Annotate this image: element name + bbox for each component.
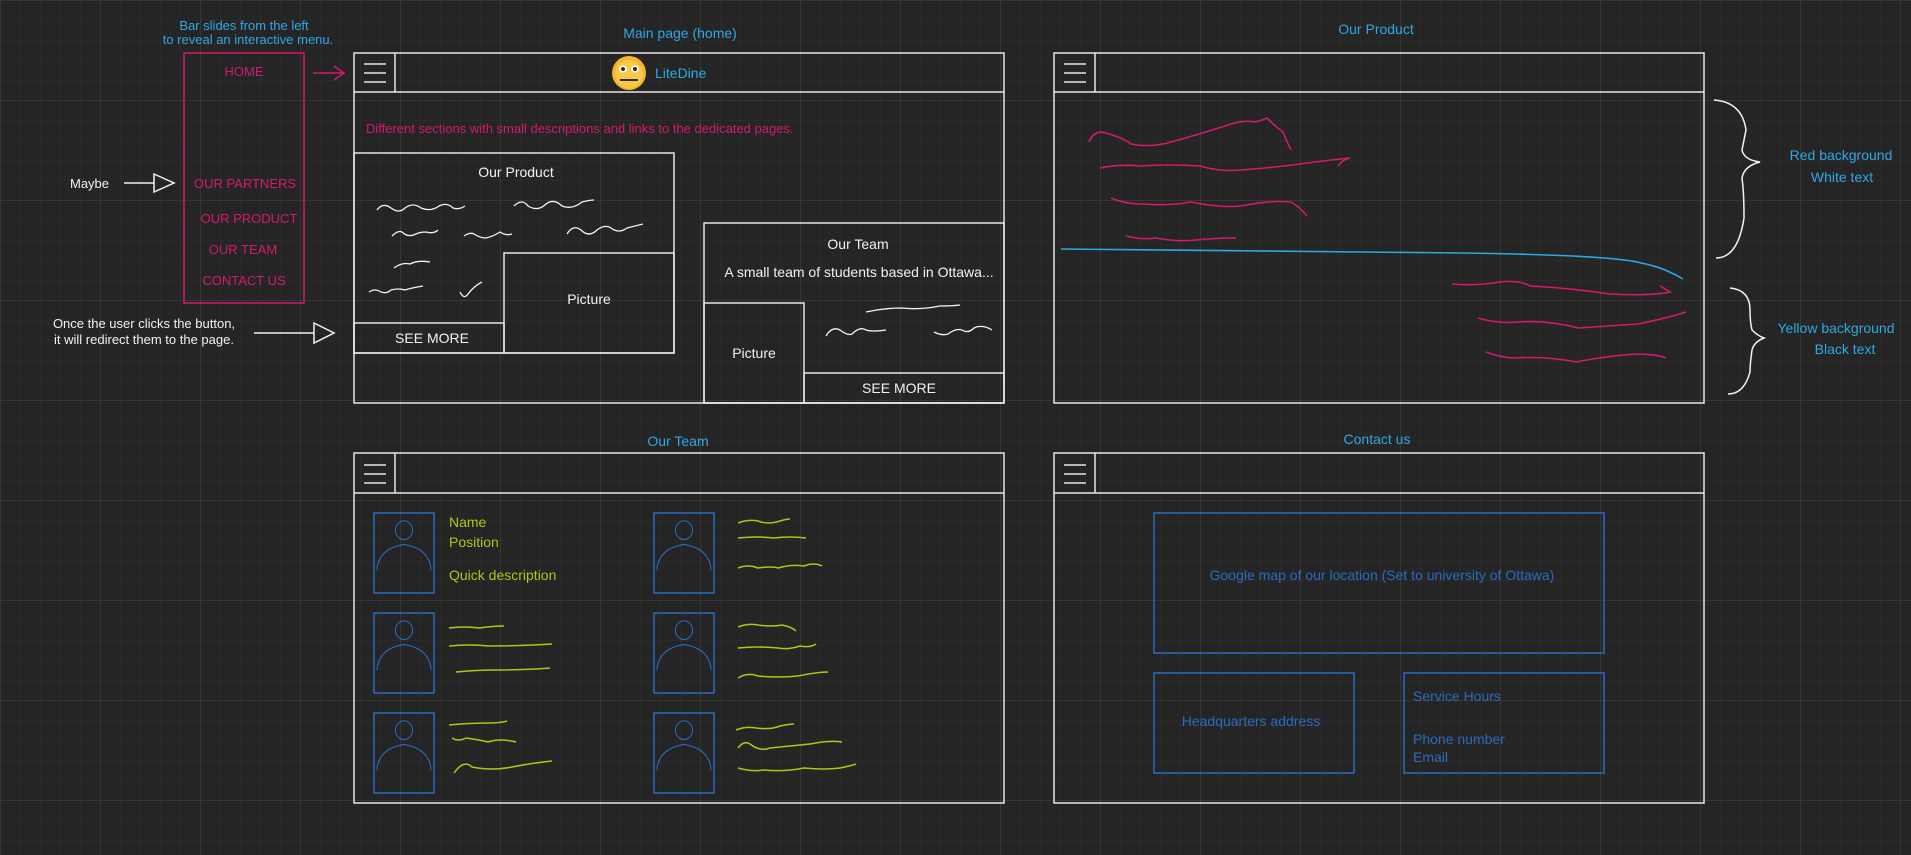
team-member-cards: [373, 512, 715, 794]
home-product-title: Our Product: [478, 164, 554, 180]
maybe-note: Maybe: [70, 176, 109, 191]
product-red-section-scribbles: [1088, 117, 1351, 242]
team-member-photo: [373, 712, 435, 794]
team-member-description: Quick description: [449, 567, 556, 583]
menu-note-line2: to reveal an interactive menu.: [163, 32, 334, 47]
side-menu-item-home[interactable]: HOME: [225, 64, 264, 79]
menu-note: Bar slides from the left to reveal an in…: [163, 18, 334, 47]
person-icon: [376, 520, 432, 571]
team-text-scribbles: [448, 518, 857, 774]
contact-page-title: Contact us: [1344, 431, 1411, 447]
home-page-title: Main page (home): [623, 25, 737, 41]
wireframe-canvas: Bar slides from the left to reveal an in…: [53, 18, 1895, 804]
brace-icon: [1713, 99, 1767, 395]
team-member-position: Position: [449, 534, 499, 550]
home-wireframe: [353, 52, 1005, 404]
team-member-photo: [653, 612, 715, 694]
home-product-picture-label: Picture: [567, 291, 611, 307]
side-menu-item-contact[interactable]: CONTACT US: [202, 273, 286, 288]
map-box[interactable]: [1153, 512, 1605, 654]
maybe-arrow-icon: [124, 172, 176, 194]
person-icon: [376, 720, 432, 771]
redirect-arrow-icon: [254, 321, 336, 345]
home-frame: [353, 52, 1005, 404]
litedine-logo: [612, 56, 646, 90]
redirect-note-line1: Once the user clicks the button,: [53, 316, 235, 331]
yellow-background-note: Yellow background: [1777, 320, 1894, 336]
hamburger-menu-icon[interactable]: [1063, 464, 1087, 484]
home-team-see-more-label[interactable]: SEE MORE: [862, 380, 936, 396]
product-page-title: Our Product: [1338, 21, 1414, 37]
home-team-picture-label: Picture: [732, 345, 776, 361]
team-member-photo: [653, 712, 715, 794]
hamburger-menu-icon[interactable]: [363, 63, 387, 83]
home-team-text: A small team of students based in Ottawa…: [724, 264, 993, 280]
side-menu-item-product[interactable]: OUR PRODUCT: [201, 211, 298, 226]
menu-note-line1: Bar slides from the left: [179, 18, 309, 33]
contact-boxes: [1153, 512, 1605, 774]
redirect-note-line2: it will redirect them to the page.: [54, 332, 234, 347]
email-label: Email: [1413, 749, 1448, 765]
menu-arrow-icon: [313, 65, 346, 81]
product-wireframe: [1053, 52, 1705, 404]
phone-label: Phone number: [1413, 731, 1505, 747]
side-menu: HOME OUR PARTNERS OUR PRODUCT OUR TEAM C…: [183, 52, 346, 304]
hamburger-menu-icon[interactable]: [1063, 63, 1087, 83]
black-text-note: Black text: [1815, 341, 1876, 357]
team-member-name: Name: [449, 514, 487, 530]
product-yellow-section-scribbles: [1451, 280, 1687, 363]
side-menu-item-partners[interactable]: OUR PARTNERS: [194, 176, 296, 191]
white-text-note: White text: [1811, 169, 1873, 185]
side-menu-item-team[interactable]: OUR TEAM: [209, 242, 277, 257]
map-label: Google map of our location (Set to unive…: [1210, 567, 1555, 583]
red-background-note: Red background: [1790, 147, 1893, 163]
team-member-photo: [373, 612, 435, 694]
brand-name[interactable]: LiteDine: [655, 65, 707, 81]
home-team-title: Our Team: [827, 236, 888, 252]
person-icon: [656, 620, 712, 671]
team-page-title: Our Team: [647, 433, 708, 449]
person-icon: [376, 620, 432, 671]
service-hours-label: Service Hours: [1413, 688, 1501, 704]
home-product-see-more-label[interactable]: SEE MORE: [395, 330, 469, 346]
headquarters-label: Headquarters address: [1182, 713, 1321, 729]
section-divider-line: [1060, 248, 1684, 280]
home-intro-text: Different sections with small descriptio…: [366, 121, 794, 136]
contact-frame: [1053, 452, 1705, 804]
contact-wireframe: [1053, 452, 1705, 804]
redirect-note: Once the user clicks the button, it will…: [53, 316, 235, 347]
product-frame: [1053, 52, 1705, 404]
person-icon: [656, 520, 712, 571]
team-member-photo: [373, 512, 435, 594]
team-member-photo: [653, 512, 715, 594]
person-icon: [656, 720, 712, 771]
hamburger-menu-icon[interactable]: [363, 464, 387, 484]
product-section-notes: Red background White text Yellow backgro…: [1777, 147, 1894, 357]
